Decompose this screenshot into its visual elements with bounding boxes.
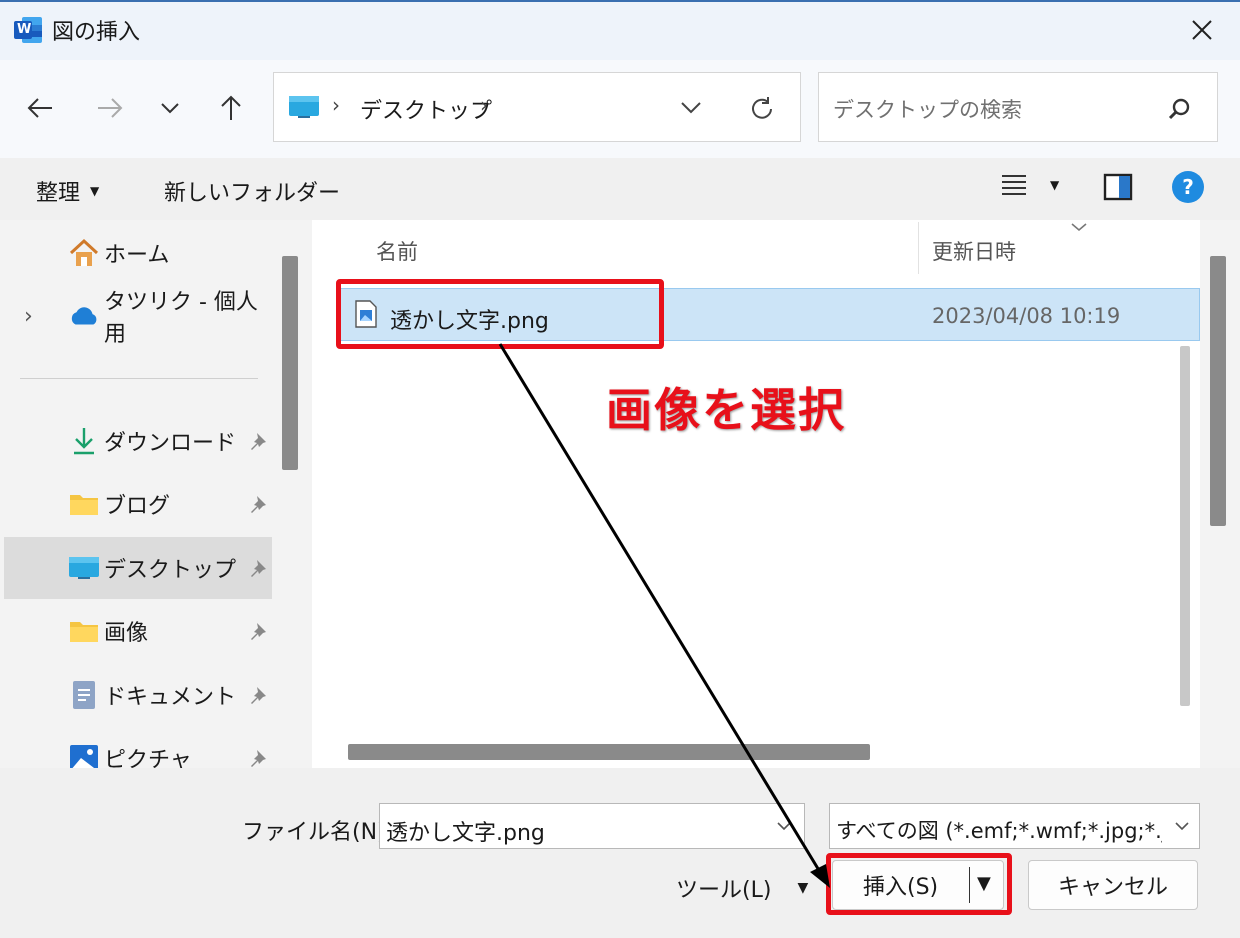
column-divider[interactable] [918,222,919,274]
recent-locations-button[interactable] [150,88,190,128]
chevron-right-icon[interactable]: › [24,304,33,329]
sidebar-item-downloads[interactable]: ダウンロード [4,410,272,472]
sidebar-item-label: ホーム [104,243,170,268]
file-highlight-box [336,279,664,349]
file-input-panel [0,768,1240,938]
insert-highlight-box [826,853,1012,915]
preview-pane-button[interactable] [1103,173,1133,205]
breadcrumb-desktop[interactable]: デスクトップ [360,93,492,125]
word-app-icon: W [12,15,44,45]
download-icon [68,425,100,457]
cloud-icon [68,300,100,332]
search-box[interactable]: デスクトップの検索 [818,72,1218,142]
tools-menu[interactable]: ツール(L) ▼ [676,872,808,904]
window-title: 図の挿入 [52,20,141,45]
sidebar-item-documents[interactable]: ドキュメント [4,664,272,726]
sidebar-item-desktop[interactable]: デスクトップ [4,537,272,599]
filename-input[interactable]: 透かし文字.png [386,815,545,847]
cancel-label: キャンセル [1057,875,1168,900]
breadcrumb-separator-icon: › [332,93,340,117]
sidebar-item-onedrive[interactable]: › タツリク - 個人用 [4,285,272,347]
pictures-icon [68,742,100,768]
sidebar-item-label: 画像 [104,621,149,646]
caret-down-icon: ▼ [1050,178,1060,192]
close-icon [1192,20,1212,40]
tools-label: ツール(L) [676,878,772,903]
navigation-pane: ホーム › タツリク - 個人用 ダウンロード ブログ デスクトップ 画像 ドキ… [0,220,300,768]
pin-icon[interactable] [248,558,268,578]
cancel-button[interactable]: キャンセル [1028,860,1198,910]
chevron-down-icon[interactable] [680,101,702,115]
new-folder-button[interactable]: 新しいフォルダー [164,175,340,207]
forward-button[interactable] [90,88,130,128]
column-header-name[interactable]: 名前 [376,236,418,266]
sidebar-item-label: ピクチャ [104,748,192,768]
list-scrollbar-inner[interactable] [1180,346,1190,706]
column-header-modified[interactable]: 更新日時 [932,236,1016,266]
chevron-down-icon[interactable] [776,821,792,831]
sort-chevron-icon [1071,223,1087,232]
search-input[interactable]: デスクトップの検索 [833,94,1022,124]
folder-icon [68,488,100,520]
breadcrumb-separator-icon: › [480,93,488,117]
file-modified: 2023/04/08 10:19 [932,304,1121,328]
desktop-icon [68,552,100,584]
pin-icon[interactable] [248,494,268,514]
refresh-icon[interactable] [748,95,776,123]
address-bar[interactable]: › デスクトップ › [273,72,801,142]
back-button[interactable] [20,88,60,128]
annotation-label: 画像を選択 [606,383,846,437]
sidebar-item-home[interactable]: ホーム [4,222,272,284]
horizontal-scrollbar-thumb[interactable] [348,744,870,760]
sidebar-item-label: ダウンロード [104,431,237,456]
back-arrow-icon [27,98,52,118]
sidebar-item-label: タツリク - 個人用 [104,290,258,347]
close-button[interactable] [1178,10,1226,50]
caret-down-icon: ▼ [797,880,809,896]
sidebar-item-label: ドキュメント [104,685,237,710]
file-type-value: すべての図 (*.emf;*.wmf;*.jpg;*.jp [836,819,1162,843]
sidebar-item-label: ブログ [104,494,171,519]
document-icon [68,679,100,711]
home-icon [68,237,100,269]
help-icon[interactable]: ? [1172,171,1204,203]
pin-icon[interactable] [248,431,268,451]
pin-icon[interactable] [248,748,268,768]
preview-pane-icon [1103,173,1133,201]
title-bar [0,0,1240,60]
sidebar-scrollbar-thumb[interactable] [282,256,298,470]
sidebar-divider [20,378,258,379]
chevron-down-icon [161,103,179,114]
filename-field[interactable]: 透かし文字.png [379,803,805,849]
sidebar-item-pictures[interactable]: ピクチャ [4,727,272,768]
sidebar-item-blog[interactable]: ブログ [4,473,272,535]
pin-icon[interactable] [248,621,268,641]
up-button[interactable] [211,88,251,128]
list-view-icon [1002,175,1026,195]
organize-label: 整理 [36,181,81,206]
up-arrow-icon [221,95,241,120]
chevron-down-icon [1175,822,1189,831]
caret-down-icon: ▼ [90,184,100,198]
sidebar-item-images[interactable]: 画像 [4,600,272,662]
view-options-button[interactable]: ▼ [1000,172,1059,198]
filename-label: ファイル名(N): [242,820,394,845]
sidebar-item-label: デスクトップ [104,558,237,583]
pin-icon[interactable] [248,685,268,705]
forward-arrow-icon [98,98,123,118]
search-icon[interactable] [1167,97,1191,121]
organize-menu[interactable]: 整理 ▼ [36,175,99,207]
content-scrollbar-thumb[interactable] [1210,256,1226,526]
folder-icon [68,615,100,647]
desktop-icon [289,96,319,118]
file-type-select[interactable]: すべての図 (*.emf;*.wmf;*.jpg;*.jp [829,803,1200,849]
